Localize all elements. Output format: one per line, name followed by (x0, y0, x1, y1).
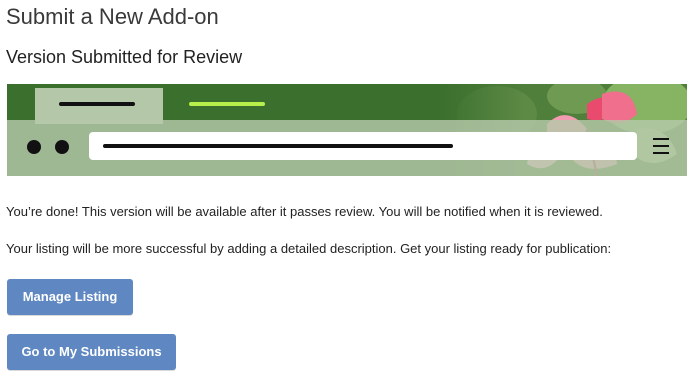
theme-active-tab (35, 88, 163, 124)
active-tab-text-placeholder (59, 102, 135, 106)
done-message: You’re done! This version will be availa… (6, 204, 603, 219)
menu-icon (653, 138, 669, 154)
dot-icon (55, 140, 69, 154)
manage-listing-button[interactable]: Manage Listing (7, 279, 133, 315)
listing-message: Your listing will be more successful by … (6, 241, 612, 256)
submission-confirmation-page: Submit a New Add-on Version Submitted fo… (0, 0, 695, 382)
theme-toolbar (7, 120, 687, 176)
section-title: Version Submitted for Review (6, 47, 243, 67)
my-submissions-button[interactable]: Go to My Submissions (7, 334, 176, 370)
theme-url-bar (89, 132, 637, 160)
dot-icon (27, 140, 41, 154)
url-text-placeholder (103, 144, 453, 148)
inactive-tab-text-placeholder (189, 102, 265, 106)
theme-preview (7, 84, 687, 176)
page-title: Submit a New Add-on (6, 4, 219, 29)
